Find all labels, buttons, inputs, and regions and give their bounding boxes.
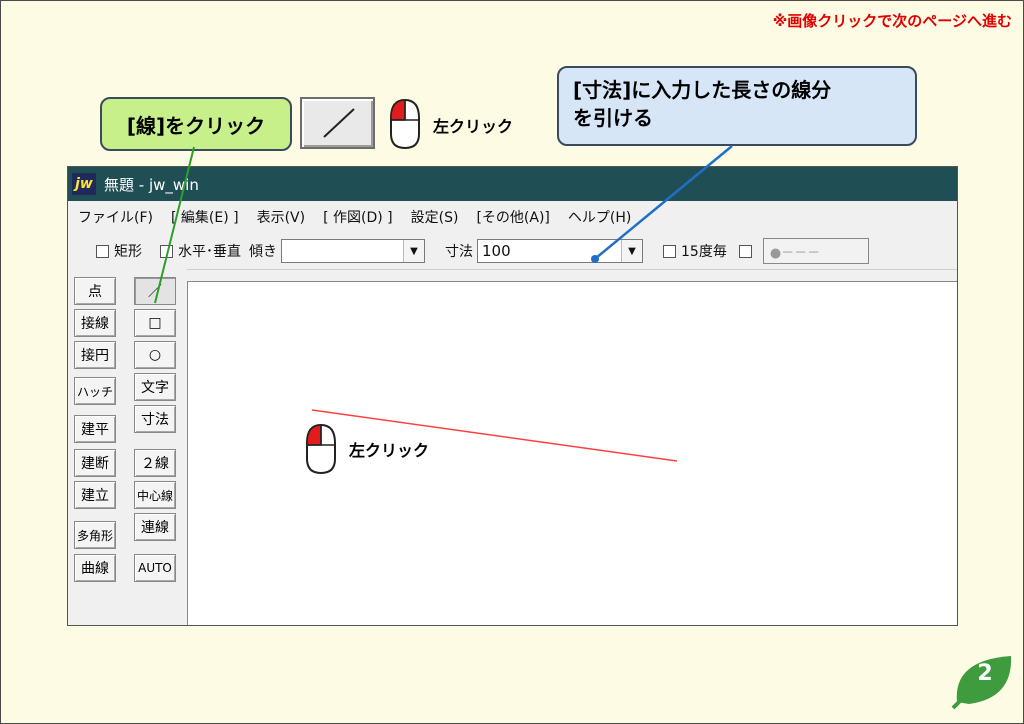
blue-pointer-dot (591, 255, 599, 263)
annotation-pointers (154, 145, 733, 304)
page-number: 2 (977, 661, 993, 686)
green-pointer-line (154, 146, 195, 304)
blue-pointer-line (595, 145, 733, 259)
